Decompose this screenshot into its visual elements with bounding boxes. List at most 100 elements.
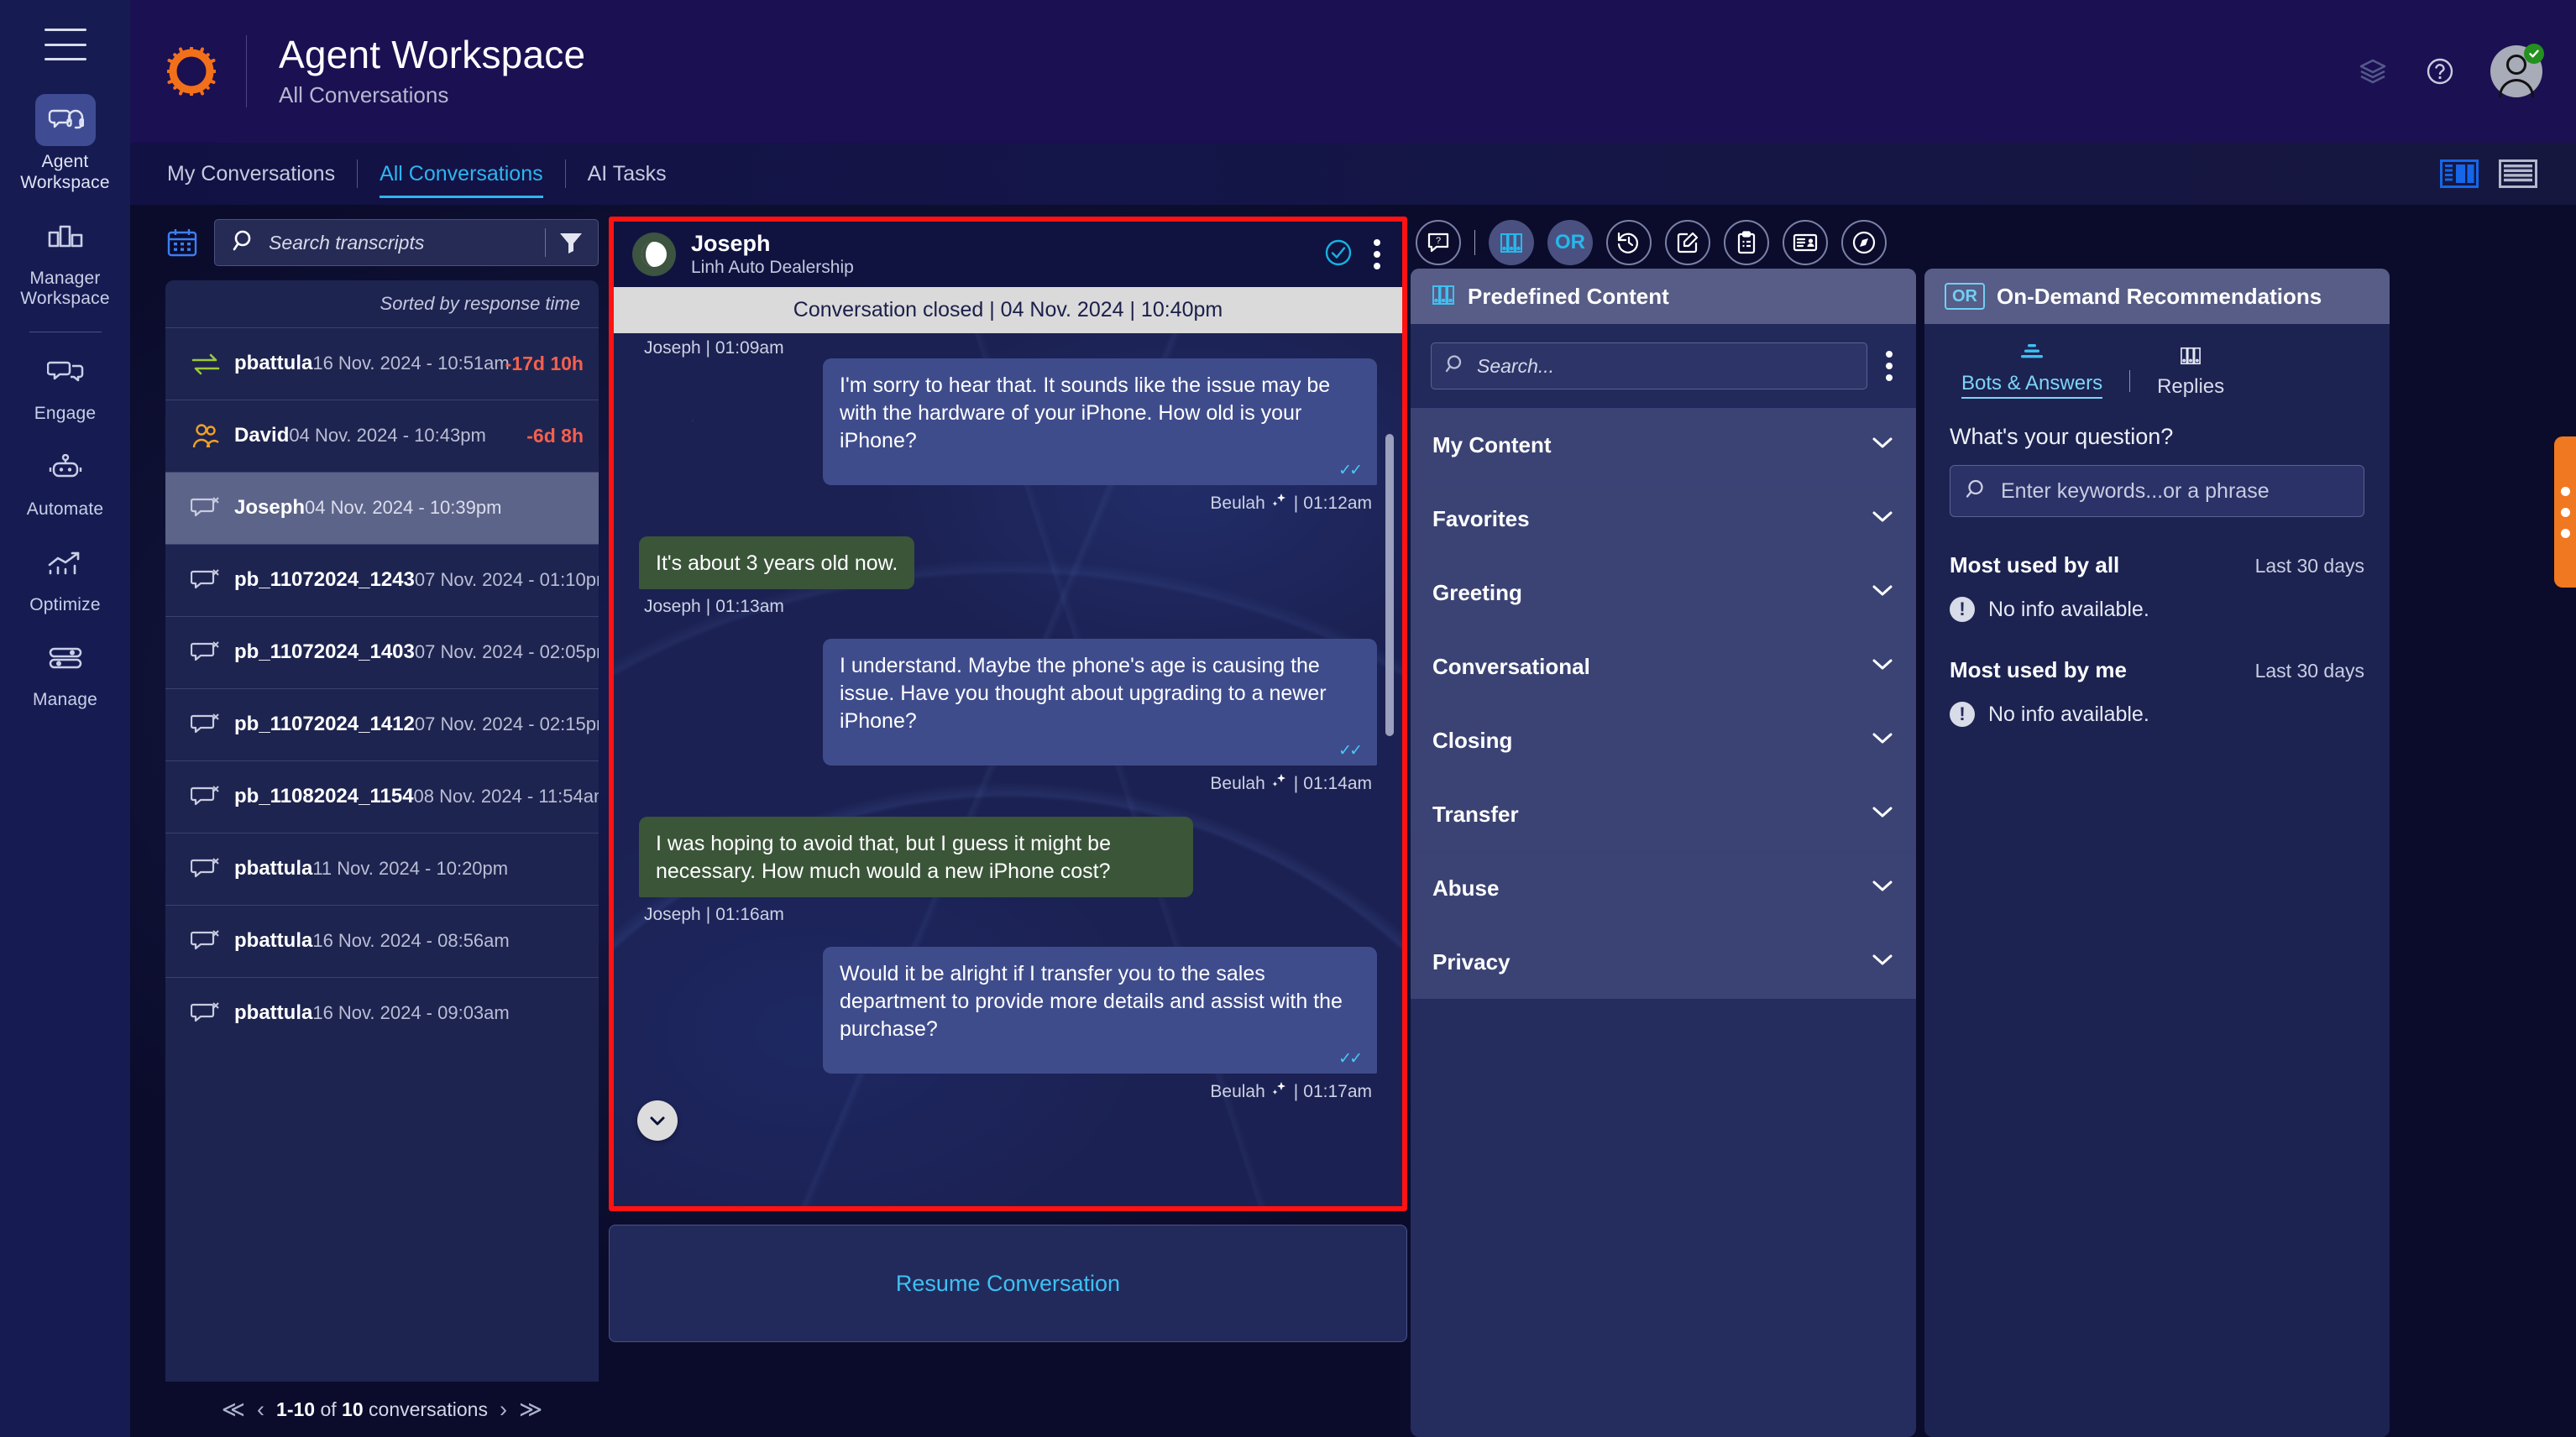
sidebar-item-label: Engage [34,404,97,424]
search-icon [232,228,257,258]
predefined-content-category[interactable]: Transfer [1411,777,1916,851]
sidebar-item-manager-workspace[interactable]: Manager Workspace [11,211,120,311]
category-label: Closing [1432,728,1513,753]
filter-icon[interactable] [558,229,584,256]
on-demand-recommendations-icon[interactable]: OR [1547,220,1593,265]
section-range: Last 30 days [2254,555,2364,577]
workspace-tabs: My Conversations All Conversations AI Ta… [130,143,2576,205]
read-receipt-icon: ✓✓ [1338,1050,1363,1068]
predefined-content-icon[interactable] [1489,220,1534,265]
conversation-list-item[interactable]: Joseph04 Nov. 2024 - 10:39pm [165,472,599,544]
chat-closed-icon [184,640,228,666]
predefined-content-search-box[interactable] [1431,342,1867,389]
list-view-layout-button[interactable] [2499,159,2537,188]
predefined-content-category[interactable]: Greeting [1411,556,1916,630]
conversation-date: 11 Nov. 2024 - 10:20pm [312,858,509,880]
chat-closed-icon [184,568,228,593]
section-title: Most used by me [1950,657,2127,682]
conversation-name: Joseph [234,496,306,520]
on-demand-body: Bots & Answers Replies What's your quest… [1924,324,2390,1437]
sidebar-item-agent-workspace[interactable]: Agent Workspace [11,94,120,194]
avatar[interactable] [2490,44,2544,97]
agents-icon [184,423,228,450]
chevron-down-icon[interactable] [1871,657,1894,677]
chat-header: Joseph Linh Auto Dealership [614,222,1402,287]
transfer-icon [184,352,228,377]
chat-closed-icon [184,496,228,521]
customer-card-icon[interactable] [1783,220,1828,265]
sidebar-item-engage[interactable]: Engage [11,346,120,425]
search-divider [545,228,546,257]
search-input[interactable] [269,231,533,254]
predefined-content-category[interactable]: Closing [1411,703,1916,777]
on-demand-search-box[interactable] [1950,465,2364,517]
conversation-list-item[interactable]: pb_11072024_140307 Nov. 2024 - 02:05pm [165,616,599,688]
sidebar-item-optimize[interactable]: Optimize [11,537,120,616]
conversation-list-item[interactable]: pbattula16 Nov. 2024 - 10:51am -17d 10h [165,327,599,400]
chat-messages-scroll[interactable]: Joseph | 01:09am I'm sorry to hear that.… [614,333,1402,1206]
check-circle-icon[interactable] [1323,238,1353,272]
last-page-button[interactable]: ≫ [519,1398,542,1421]
predefined-content-category[interactable]: My Content [1411,408,1916,482]
gear-logo-icon [166,46,217,97]
kebab-menu-icon[interactable] [1882,347,1896,384]
conversation-list-item[interactable]: David04 Nov. 2024 - 10:43pm -6d 8h [165,400,599,472]
conversation-item-texts: pbattula11 Nov. 2024 - 10:20pm [234,857,584,880]
predefined-content-category[interactable]: Abuse [1411,851,1916,925]
tab-all-conversations[interactable]: All Conversations [358,143,565,205]
calendar-icon[interactable] [165,226,199,259]
hamburger-icon[interactable] [44,29,86,60]
feedback-tab[interactable] [2554,436,2576,588]
chevron-down-icon[interactable] [1871,583,1894,603]
conversation-list-item[interactable]: pb_11082024_115408 Nov. 2024 - 11:54am [165,760,599,833]
chevron-down-icon[interactable] [1871,879,1894,898]
predefined-content-category[interactable]: Favorites [1411,482,1916,556]
faq-icon[interactable]: ? [1416,220,1461,265]
status-badge: -17d 10h [505,353,584,374]
notes-icon[interactable] [1665,220,1710,265]
chevron-down-icon[interactable] [1871,805,1894,824]
chevron-down-icon[interactable] [1871,436,1894,455]
predefined-content-category[interactable]: Privacy [1411,925,1916,999]
tab-my-conversations[interactable]: My Conversations [167,143,357,205]
tab-bots-and-answers[interactable]: Bots & Answers [1955,342,2109,399]
conversation-list-item[interactable]: pbattula11 Nov. 2024 - 10:20pm [165,833,599,905]
compass-icon[interactable] [1841,220,1887,265]
sort-label: Sorted by response time [380,293,580,314]
kebab-menu-icon[interactable] [1370,236,1384,273]
keywords-input[interactable] [2001,478,2348,504]
history-icon[interactable] [1606,220,1652,265]
search-transcripts-box[interactable] [214,219,599,266]
clipboard-icon[interactable] [1724,220,1769,265]
predefined-content-panel: Predefined Content Search... My Content … [1411,269,1916,1437]
chat-scrollbar[interactable] [1385,434,1394,736]
chevron-down-icon[interactable] [1871,731,1894,750]
conversations-list[interactable]: Sorted by response time pbattula16 Nov. … [165,280,599,1382]
layers-icon[interactable] [2356,55,2390,88]
conversation-list-item[interactable]: pb_11072024_124307 Nov. 2024 - 01:10pm [165,544,599,616]
predefined-content-category[interactable]: Conversational [1411,630,1916,703]
resume-conversation-button[interactable]: Resume Conversation [609,1225,1407,1342]
pagination-range: 1-10 [276,1398,316,1420]
help-icon[interactable] [2423,55,2457,88]
conversation-list-item[interactable]: pbattula16 Nov. 2024 - 09:03am [165,977,599,1049]
split-view-layout-button[interactable] [2440,159,2479,188]
sidebar-item-manage[interactable]: Manage [11,632,120,711]
next-page-button[interactable]: › [500,1398,507,1421]
tab-replies[interactable]: Replies [2150,346,2231,399]
prev-page-button[interactable]: ‹ [257,1398,264,1421]
conversation-name: pb_11082024_1154 [234,785,414,808]
first-page-button[interactable]: ≪ [222,1398,245,1421]
customer-name: Joseph [691,230,771,256]
conversation-list-item[interactable]: pbattula16 Nov. 2024 - 08:56am [165,905,599,977]
conversation-list-item[interactable]: pb_11072024_141207 Nov. 2024 - 02:15pm [165,688,599,760]
chevron-down-icon[interactable] [637,1100,678,1141]
sidebar-item-automate[interactable]: Automate [11,442,120,520]
tab-ai-tasks[interactable]: AI Tasks [566,143,689,205]
conversation-name: pbattula [234,857,313,880]
chevron-down-icon[interactable] [1871,953,1894,972]
chevron-down-icon[interactable] [1871,509,1894,529]
conversation-date: 04 Nov. 2024 - 10:39pm [305,497,502,519]
replies-binder-icon [2178,346,2203,370]
search-input[interactable] [1477,354,1853,378]
